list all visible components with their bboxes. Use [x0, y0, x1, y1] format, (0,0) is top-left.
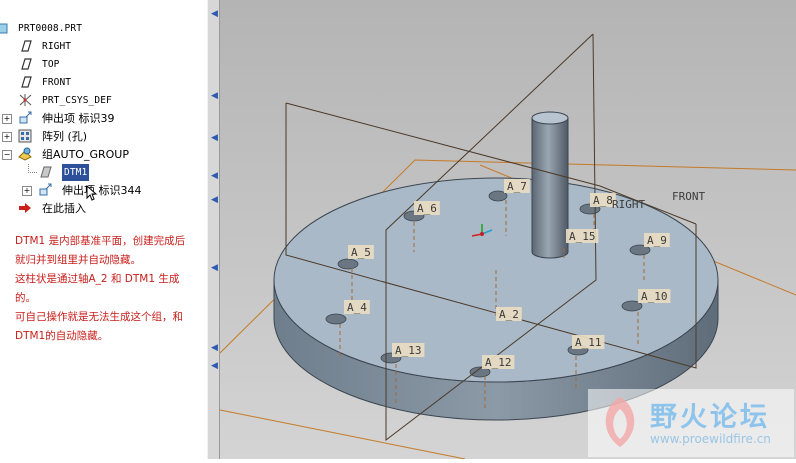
extrude-icon [38, 183, 54, 197]
tree-item-label: PRT0008.PRT [18, 23, 83, 34]
note-line: 的。 [15, 292, 36, 304]
note-line: 就归并到组里并自动隐藏。 [15, 254, 141, 266]
datum-plane-icon [18, 57, 34, 71]
datum-plane-icon [18, 75, 34, 89]
note-line: 这柱状是通过轴A_2 和 DTM1 生成 [15, 273, 180, 285]
axis-label: A_15 [569, 230, 596, 243]
csys-icon [18, 93, 34, 107]
datum-label-front: FRONT [672, 190, 705, 203]
panel-splitter[interactable]: ◀ ◀ ◀ ◀ ◀ ◀ ◀ ◀ [207, 0, 220, 459]
tree-item-label: RIGHT [42, 41, 72, 52]
datum-plane-icon [18, 39, 34, 53]
axis-label: A_11 [575, 336, 602, 349]
note-line: 可自己操作就是无法生成这个组，和 [15, 311, 183, 323]
part-icon [0, 21, 10, 35]
axis-label: A_5 [351, 246, 371, 259]
collapse-left-arrow-icon[interactable]: ◀ [210, 340, 219, 356]
collapse-left-arrow-icon[interactable]: ◀ [210, 192, 219, 208]
pattern-icon [18, 129, 34, 143]
collapse-left-arrow-icon[interactable]: ◀ [210, 6, 219, 22]
annotation-note: DTM1 是内部基准平面，创建完成后 就归并到组里并自动隐藏。 这柱状是通过轴A… [15, 232, 205, 346]
flame-logo-icon [594, 393, 646, 455]
tree-item-label: TOP [42, 59, 60, 70]
cylinder-boss [531, 111, 569, 259]
tree-item-label: 组AUTO_GROUP [42, 148, 129, 161]
axis-label: A_9 [647, 234, 667, 247]
axis-label: A_10 [641, 290, 668, 303]
tree-connector [28, 164, 37, 173]
tree-item-label: 在此插入 [42, 202, 86, 215]
expand-toggle[interactable]: + [2, 114, 12, 124]
tree-item-label: FRONT [42, 77, 72, 88]
tree-item-label-selected: DTM1 [62, 164, 90, 181]
collapse-left-arrow-icon[interactable]: ◀ [210, 168, 219, 184]
insert-here-arrow-icon [18, 201, 34, 215]
mouse-cursor-icon [86, 184, 98, 206]
axis-label: A_2 [499, 308, 519, 321]
datum-label-right: RIGHT [612, 198, 645, 211]
collapse-toggle[interactable]: − [2, 150, 12, 160]
axis-label: A_8 [593, 194, 613, 207]
axis-label: A_4 [347, 301, 367, 314]
collapse-left-arrow-icon[interactable]: ◀ [210, 130, 219, 146]
axis-label: A_13 [395, 344, 422, 357]
watermark-url: www.proewildfire.cn [650, 432, 771, 446]
expand-toggle[interactable]: + [2, 132, 12, 142]
model-tree: PRT0008.PRT RIGHT TOP FRONT PRT_CSYS_DEF… [0, 0, 208, 459]
note-line: DTM1 是内部基准平面，创建完成后 [15, 235, 186, 247]
axis-label: A_7 [507, 180, 527, 193]
tree-item-label: PRT_CSYS_DEF [42, 95, 112, 106]
axis-label: A_6 [417, 202, 437, 215]
extrude-icon [18, 111, 34, 125]
collapse-left-arrow-icon[interactable]: ◀ [210, 88, 219, 104]
tree-item-label: 阵列 (孔) [42, 130, 88, 143]
note-line: DTM1的自动隐藏。 [15, 330, 109, 342]
axis-label: A_12 [485, 356, 512, 369]
watermark-title: 野火论坛 [650, 402, 770, 433]
datum-plane-icon [38, 165, 54, 179]
tree-item-label: 伸出项 标识344 [62, 184, 142, 197]
tree-item-label: 伸出项 标识39 [42, 112, 115, 125]
collapse-left-arrow-icon[interactable]: ◀ [210, 260, 219, 276]
collapse-left-arrow-icon[interactable]: ◀ [210, 358, 219, 374]
watermark: 野火论坛 www.proewildfire.cn [588, 389, 794, 457]
group-icon [18, 147, 34, 161]
expand-toggle[interactable]: + [22, 186, 32, 196]
